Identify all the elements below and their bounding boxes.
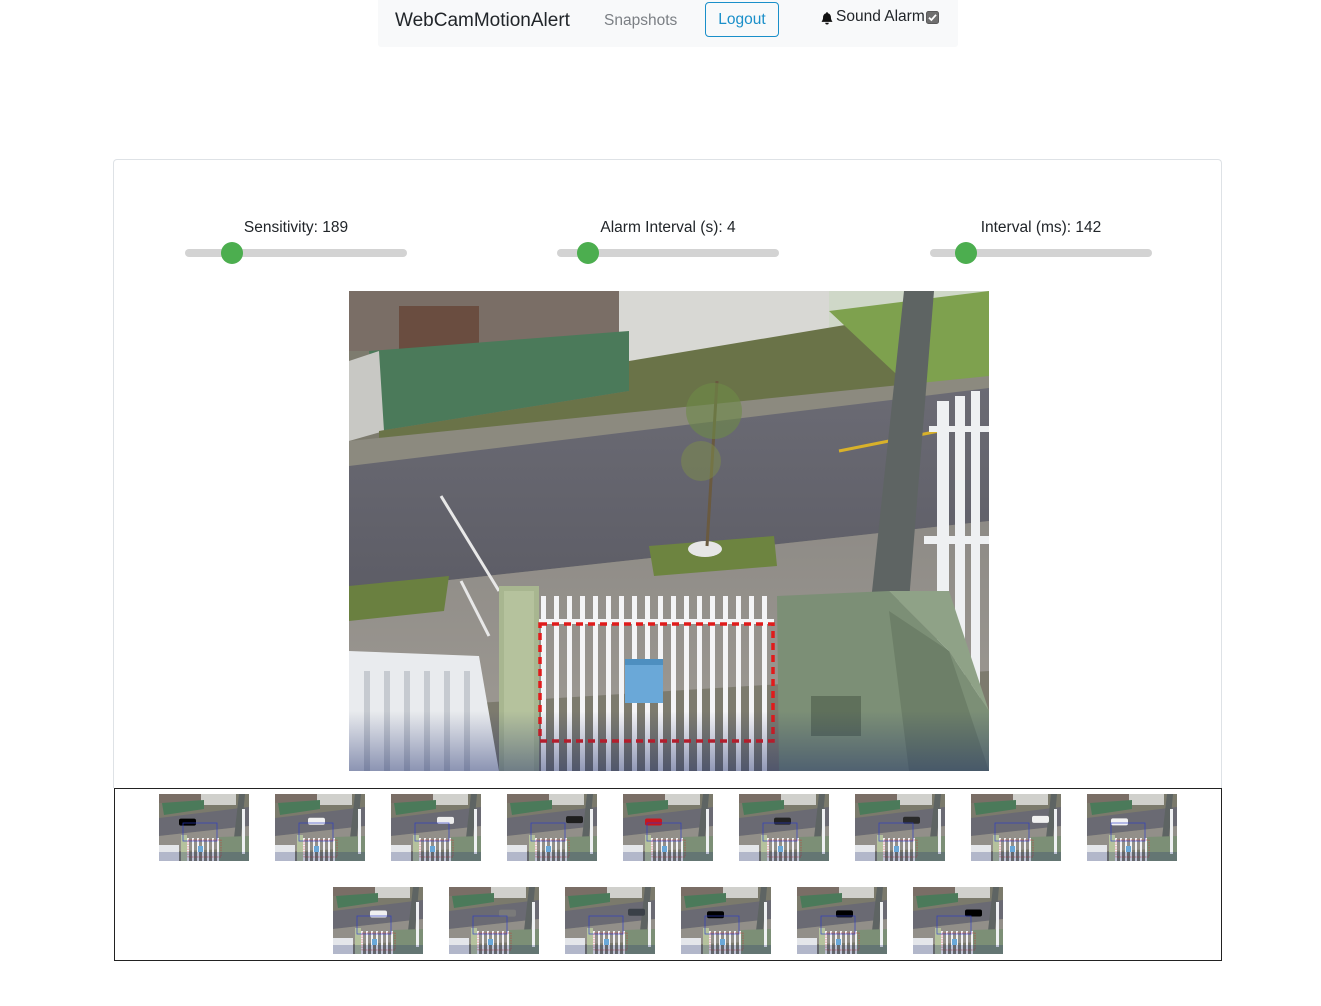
webcam-feed	[349, 291, 989, 771]
brand-title[interactable]: WebCamMotionAlert	[395, 10, 570, 32]
snapshot-thumbnail[interactable]	[507, 794, 597, 861]
alarm-interval-label: Alarm Interval (s): 4	[600, 219, 736, 236]
bell-icon	[821, 11, 833, 24]
nav-link-snapshots[interactable]: Snapshots	[604, 12, 677, 30]
snapshot-thumbnail[interactable]	[449, 887, 539, 954]
snapshot-thumbnail[interactable]	[797, 887, 887, 954]
sensitivity-slider-thumb[interactable]	[220, 242, 243, 264]
sound-alarm-label: Sound Alarm	[836, 8, 925, 25]
snapshot-thumbnail[interactable]	[681, 887, 771, 954]
sensitivity-slider[interactable]	[185, 242, 407, 264]
interval-ms-slider-thumb[interactable]	[954, 242, 977, 264]
monitor-card: Sensitivity: 189 Alarm Interval (s): 4 I…	[113, 159, 1222, 788]
snapshot-thumbnail[interactable]	[971, 794, 1061, 861]
sound-alarm-toggle[interactable]: Sound Alarm	[820, 8, 939, 26]
alarm-interval-slider-thumb[interactable]	[577, 242, 600, 264]
snapshot-thumbnail[interactable]	[275, 794, 365, 861]
snapshot-thumbnail[interactable]	[333, 887, 423, 954]
snapshot-thumbnail[interactable]	[623, 794, 713, 861]
interval-ms-label: Interval (ms): 142	[980, 219, 1102, 236]
logout-button[interactable]: Logout	[705, 2, 779, 37]
snapshot-thumbnail[interactable]	[159, 794, 249, 861]
navbar: WebCamMotionAlert Snapshots Logout Sound…	[378, 0, 958, 47]
snapshot-thumbnail[interactable]	[391, 794, 481, 861]
sound-alarm-checkbox[interactable]	[925, 10, 939, 24]
snapshot-thumbnail[interactable]	[739, 794, 829, 861]
sensitivity-label: Sensitivity: 189	[243, 219, 349, 236]
interval-ms-slider[interactable]	[930, 242, 1152, 264]
snapshot-thumbnail[interactable]	[913, 887, 1003, 954]
alarm-interval-slider[interactable]	[557, 242, 779, 264]
snapshots-strip	[114, 788, 1222, 961]
snapshot-thumbnail[interactable]	[1087, 794, 1177, 861]
snapshot-thumbnail[interactable]	[565, 887, 655, 954]
snapshot-thumbnail[interactable]	[855, 794, 945, 861]
